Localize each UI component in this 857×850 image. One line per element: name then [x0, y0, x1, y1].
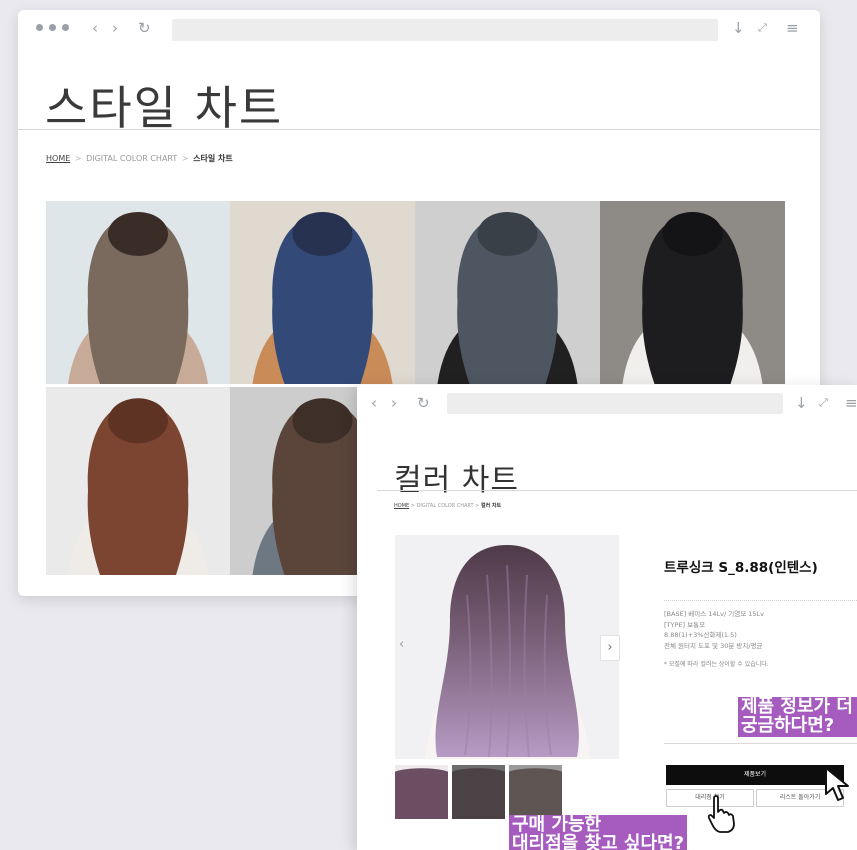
product-info-line: 8.88(1)+3%산화제(1.5)	[664, 631, 737, 639]
breadcrumb-home-link[interactable]: HOME	[394, 503, 409, 509]
product-info-line: [TYPE] 보통모	[664, 620, 706, 629]
back-arrow-icon[interactable]: ‹	[92, 19, 98, 37]
breadcrumb: HOME > DIGITAL COLOR CHART > 스타일 차트	[46, 153, 233, 164]
chevron-right-icon[interactable]: ›	[600, 635, 620, 661]
callout-line: 궁금하다면?	[741, 714, 835, 736]
breadcrumb-current: 스타일 차트	[193, 154, 233, 163]
callout-line: 대리점을 찾고 싶다면?	[512, 832, 685, 850]
breadcrumb-separator: >	[74, 154, 82, 163]
gallery-tile[interactable]	[46, 201, 230, 384]
product-divider	[664, 743, 857, 744]
gallery-tile[interactable]	[230, 201, 415, 384]
reload-icon[interactable]: ↻	[417, 394, 430, 412]
hand-cursor-icon	[707, 795, 735, 833]
address-bar[interactable]	[447, 393, 783, 414]
window-controls[interactable]	[36, 24, 69, 31]
pointer-cursor-icon	[825, 767, 849, 801]
breadcrumb-separator: >	[475, 503, 480, 509]
thumbnail[interactable]	[452, 765, 505, 819]
thumbnail[interactable]	[395, 765, 448, 819]
dealer-callout: 구매 가능한 대리점을 찾고 싶다면?	[509, 815, 688, 850]
breadcrumb-separator: >	[181, 154, 189, 163]
dotted-divider	[664, 600, 857, 601]
expand-icon[interactable]: ⤢	[758, 21, 767, 35]
download-icon[interactable]: ↓	[732, 19, 745, 37]
breadcrumb-home-link[interactable]: HOME	[46, 154, 70, 163]
menu-icon[interactable]: ≡	[845, 394, 857, 412]
forward-arrow-icon[interactable]: ›	[112, 19, 118, 37]
chevron-left-icon[interactable]: ‹	[399, 637, 404, 652]
title-divider	[18, 129, 820, 130]
browser-toolbar: ‹ › ↻ ↓ ⤢ ≡	[357, 385, 857, 423]
download-icon[interactable]: ↓	[795, 394, 808, 412]
view-product-button[interactable]: 제품보기	[666, 765, 844, 785]
browser-toolbar: ‹ › ↻ ↓ ⤢ ≡	[18, 10, 820, 50]
gallery-tile[interactable]	[415, 201, 600, 384]
breadcrumb-current: 컬러 차트	[480, 503, 502, 509]
thumbnail[interactable]	[509, 765, 562, 819]
forward-arrow-icon[interactable]: ›	[391, 394, 397, 412]
breadcrumb-separator: >	[410, 503, 415, 509]
color-chart-browser-window: ‹ › ↻ ↓ ⤢ ≡ 컬러 차트 HOME > DIGITAL COLOR C…	[357, 385, 857, 850]
menu-icon[interactable]: ≡	[786, 19, 799, 37]
product-info-callout: 제품 정보가 더 궁금하다면?	[738, 697, 857, 737]
address-bar[interactable]	[172, 19, 718, 41]
title-divider	[377, 490, 857, 491]
product-note: * 모질에 따라 컬러는 상이할 수 있습니다.	[664, 661, 769, 668]
breadcrumb: HOME > DIGITAL COLOR CHART > 컬러 차트	[394, 502, 501, 509]
product-main-image	[395, 535, 619, 759]
expand-icon[interactable]: ⤢	[819, 396, 828, 410]
product-info: [BASE] 베이스 14Lv/ 기염모 15Lv [TYPE] 보통모 8.8…	[664, 609, 764, 651]
product-title: 트루싱크 S_8.88(인텐스)	[664, 560, 818, 576]
reload-icon[interactable]: ↻	[138, 19, 151, 37]
gallery-tile[interactable]	[600, 201, 785, 384]
breadcrumb-digital-color-chart[interactable]: DIGITAL COLOR CHART	[86, 154, 177, 163]
breadcrumb-digital-color-chart[interactable]: DIGITAL COLOR CHART	[417, 503, 474, 509]
product-info-line: 전체 원터치 도포 및 30분 방치/평균	[664, 641, 763, 650]
page-title: 컬러 차트	[394, 463, 519, 498]
gallery-tile[interactable]	[46, 387, 230, 575]
product-info-line: [BASE] 베이스 14Lv/ 기염모 15Lv	[664, 610, 765, 618]
back-arrow-icon[interactable]: ‹	[371, 394, 377, 412]
